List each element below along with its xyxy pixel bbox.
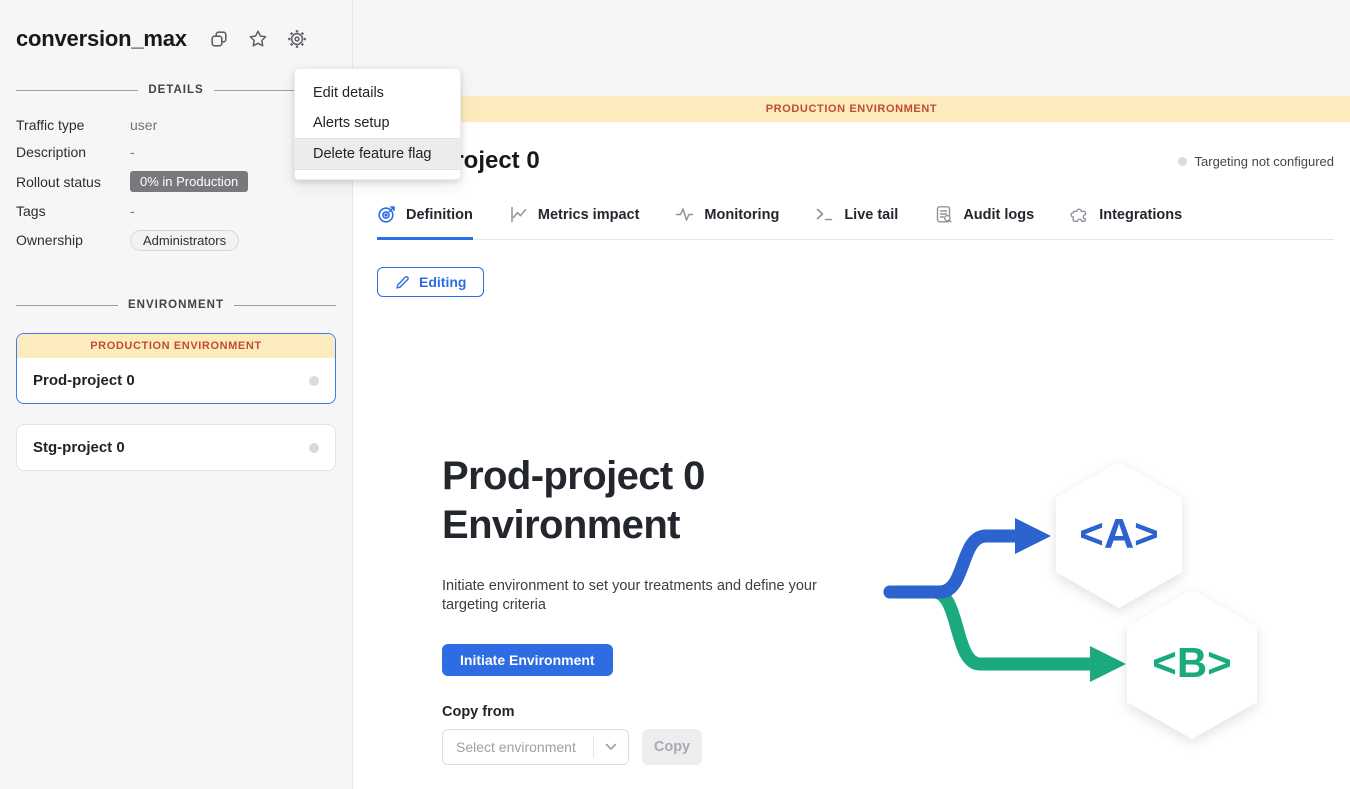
menu-item-alerts-setup[interactable]: Alerts setup bbox=[295, 108, 460, 138]
detail-row-ownership: Ownership Administrators bbox=[16, 225, 336, 255]
production-environment-banner: PRODUCTION ENVIRONMENT bbox=[353, 96, 1350, 122]
divider-line bbox=[16, 90, 138, 91]
tab-monitoring[interactable]: Monitoring bbox=[675, 205, 779, 240]
target-icon bbox=[377, 205, 396, 224]
environment-section: ENVIRONMENT PRODUCTION ENVIRONMENT Prod-… bbox=[16, 299, 336, 471]
green-branch-line bbox=[890, 592, 1094, 664]
detail-value: - bbox=[130, 144, 135, 160]
puzzle-icon bbox=[1070, 205, 1089, 224]
editing-button-label: Editing bbox=[419, 274, 466, 290]
pencil-icon bbox=[395, 275, 410, 290]
hero-description: Initiate environment to set your treatme… bbox=[442, 577, 834, 615]
environment-section-header: ENVIRONMENT bbox=[16, 299, 336, 311]
line-chart-icon bbox=[509, 205, 528, 224]
detail-row-tags: Tags - bbox=[16, 198, 336, 224]
details-rows: Traffic type user Description - Rollout … bbox=[16, 112, 336, 255]
main-content: Prod-project 0 Targeting not configured bbox=[353, 122, 1350, 789]
detail-label: Traffic type bbox=[16, 117, 130, 133]
detail-row-rollout-status: Rollout status 0% in Production bbox=[16, 166, 336, 197]
terminal-icon bbox=[815, 205, 834, 224]
ownership-pill[interactable]: Administrators bbox=[130, 230, 239, 251]
blue-branch-line bbox=[890, 536, 1018, 592]
env-card-name: Stg-project 0 bbox=[33, 439, 125, 456]
env-card-body: Prod-project 0 bbox=[17, 358, 335, 403]
tab-bar: Definition Metrics impact bbox=[377, 205, 1334, 240]
top-spacer bbox=[353, 0, 1350, 96]
page-header: Prod-project 0 Targeting not configured bbox=[377, 122, 1334, 175]
targeting-status-label: Targeting not configured bbox=[1195, 154, 1334, 169]
divider-line bbox=[16, 305, 118, 306]
detail-row-description: Description - bbox=[16, 139, 336, 165]
env-card-name: Prod-project 0 bbox=[33, 372, 135, 389]
tab-metrics-impact[interactable]: Metrics impact bbox=[509, 205, 640, 240]
menu-item-edit-details[interactable]: Edit details bbox=[295, 78, 460, 108]
detail-label: Description bbox=[16, 144, 130, 160]
tab-label: Metrics impact bbox=[538, 207, 640, 223]
green-arrowhead bbox=[1090, 646, 1126, 682]
copy-button[interactable]: Copy bbox=[642, 729, 702, 765]
tab-live-tail[interactable]: Live tail bbox=[815, 205, 898, 240]
targeting-status-dot bbox=[1178, 157, 1187, 166]
env-card-body: Stg-project 0 bbox=[17, 425, 335, 470]
env-card-prod[interactable]: PRODUCTION ENVIRONMENT Prod-project 0 bbox=[16, 333, 336, 404]
environment-select[interactable]: Select environment bbox=[442, 729, 629, 765]
copy-icon[interactable] bbox=[209, 29, 229, 49]
detail-label: Tags bbox=[16, 203, 130, 219]
editing-button[interactable]: Editing bbox=[377, 267, 484, 297]
environment-heading: ENVIRONMENT bbox=[128, 299, 224, 311]
detail-row-traffic-type: Traffic type user bbox=[16, 112, 336, 138]
env-status-dot bbox=[309, 376, 319, 386]
flag-header: conversion_max bbox=[16, 0, 336, 52]
pulse-icon bbox=[675, 205, 694, 224]
main-panel: PRODUCTION ENVIRONMENT Prod-project 0 Ta… bbox=[353, 0, 1350, 789]
gear-icon[interactable] bbox=[287, 29, 307, 49]
ab-split-illustration: <A> <B> bbox=[882, 452, 1274, 754]
blue-arrowhead bbox=[1015, 518, 1051, 554]
tab-label: Monitoring bbox=[704, 207, 779, 223]
variant-b-label: <B> bbox=[1152, 639, 1231, 686]
details-heading: DETAILS bbox=[148, 84, 203, 96]
targeting-status: Targeting not configured bbox=[1178, 154, 1334, 169]
tab-label: Definition bbox=[406, 207, 473, 223]
menu-item-delete-feature-flag[interactable]: Delete feature flag bbox=[295, 138, 460, 170]
env-status-dot bbox=[309, 443, 319, 453]
variant-a-label: <A> bbox=[1079, 510, 1158, 557]
environment-select-placeholder: Select environment bbox=[443, 739, 593, 755]
tab-definition[interactable]: Definition bbox=[377, 205, 473, 240]
tab-audit-logs[interactable]: Audit logs bbox=[934, 205, 1034, 240]
flag-title: conversion_max bbox=[16, 26, 187, 52]
tab-label: Live tail bbox=[844, 207, 898, 223]
env-card-production-banner: PRODUCTION ENVIRONMENT bbox=[17, 334, 335, 358]
audit-log-icon bbox=[934, 205, 953, 224]
env-card-stg[interactable]: Stg-project 0 bbox=[16, 424, 336, 471]
divider-line bbox=[234, 305, 336, 306]
tab-label: Integrations bbox=[1099, 207, 1182, 223]
initiate-environment-button[interactable]: Initiate Environment bbox=[442, 644, 613, 676]
detail-value: user bbox=[130, 117, 157, 133]
details-section-header: DETAILS bbox=[16, 84, 336, 96]
environment-hero: Prod-project 0 Environment Initiate envi… bbox=[442, 452, 1334, 765]
star-icon[interactable] bbox=[248, 29, 268, 49]
rollout-status-badge: 0% in Production bbox=[130, 171, 248, 192]
chevron-down-icon bbox=[594, 743, 628, 751]
detail-label: Ownership bbox=[16, 232, 130, 248]
detail-label: Rollout status bbox=[16, 174, 130, 190]
tab-label: Audit logs bbox=[963, 207, 1034, 223]
tab-integrations[interactable]: Integrations bbox=[1070, 205, 1182, 240]
gear-dropdown-menu: Edit details Alerts setup Delete feature… bbox=[294, 68, 461, 180]
app: conversion_max bbox=[0, 0, 1350, 789]
detail-value: - bbox=[130, 203, 135, 219]
